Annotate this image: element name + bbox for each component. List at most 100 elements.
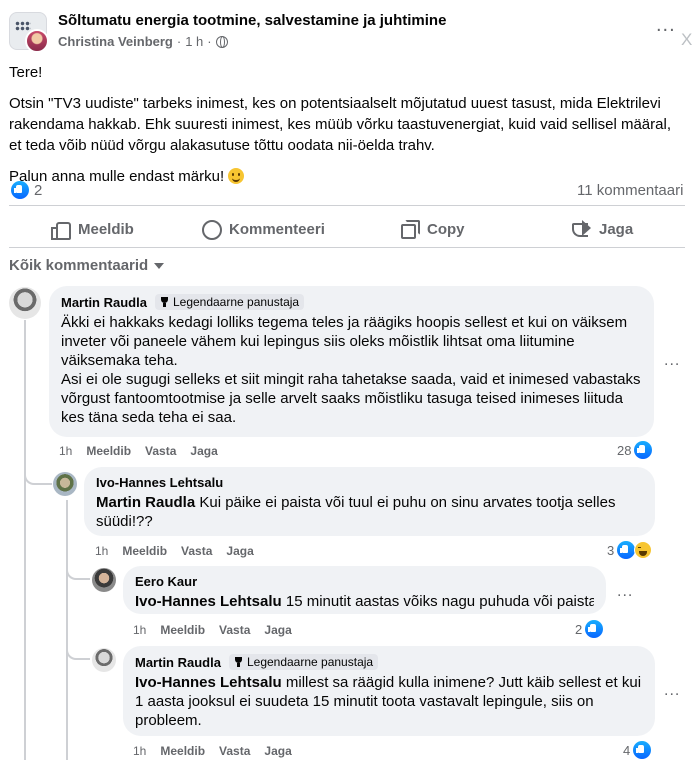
comment-body: 15 minutit aastas võiks nagu puhuda või …	[281, 593, 594, 610]
post-body: Tere! Otsin "TV3 uudiste" tarbeks inimes…	[9, 62, 685, 197]
comment-filter-dropdown[interactable]: Kõik kommentaarid	[9, 257, 165, 274]
post-paragraph: Otsin "TV3 uudiste" tarbeks inimest, kes…	[9, 95, 671, 154]
mention-link[interactable]: Ivo-Hannes Lehtsalu	[135, 593, 282, 610]
contributor-badge: Legendaarne panustaja	[154, 294, 305, 310]
comment-like-link[interactable]: Meeldib	[160, 623, 205, 637]
comment-actions: 1h Meeldib Vasta Jaga	[133, 744, 292, 758]
comment-share-link[interactable]: Jaga	[264, 744, 291, 758]
comment-author-row: Eero Kaur	[135, 574, 594, 589]
comment-reply-link[interactable]: Vasta	[219, 744, 250, 758]
comment-count[interactable]: 11 kommentaari	[577, 182, 683, 199]
divider	[9, 205, 685, 206]
comment-reactions[interactable]: 2	[575, 620, 604, 638]
like-reaction-icon	[11, 181, 29, 199]
comment-author[interactable]: Ivo-Hannes Lehtsalu	[96, 475, 223, 490]
copy-button[interactable]: Copy	[399, 215, 465, 243]
comment-more-icon[interactable]: ...	[617, 583, 633, 601]
thread-connector	[66, 640, 90, 660]
share-button[interactable]: Jaga	[571, 215, 633, 243]
trophy-icon	[234, 657, 243, 667]
comment-reactions[interactable]: 3	[607, 541, 653, 559]
comment-button[interactable]: Kommenteeri	[201, 215, 325, 243]
copy-icon	[399, 219, 420, 239]
like-reaction-icon	[634, 441, 653, 459]
haha-reaction-icon	[634, 541, 653, 559]
reaction-count: 2	[34, 181, 43, 199]
share-button-label: Jaga	[599, 220, 634, 238]
comment-reaction-count: 4	[623, 742, 631, 758]
comment-like-link[interactable]: Meeldib	[86, 444, 131, 458]
comment-bubble: Eero Kaur Ivo-Hannes Lehtsalu 15 minutit…	[123, 566, 606, 614]
comment-reply-link[interactable]: Vasta	[181, 544, 212, 558]
group-name[interactable]: Sõltumatu energia tootmine, salvestamine…	[58, 12, 446, 29]
comment-time[interactable]: 1h	[95, 544, 108, 558]
meta-separator: ·	[176, 34, 182, 49]
comment-icon	[201, 219, 222, 240]
post-time[interactable]: 1 h	[185, 34, 203, 49]
filter-label: Kõik kommentaarid	[9, 257, 149, 274]
post-meta: Christina Veinberg · 1 h ·	[58, 34, 228, 49]
post-author[interactable]: Christina Veinberg	[58, 34, 173, 49]
close-icon[interactable]: X	[681, 30, 692, 50]
comment-like-link[interactable]: Meeldib	[122, 544, 167, 558]
comment-actions: 1h Meeldib Vasta Jaga	[59, 444, 218, 458]
comment-text: Martin Raudla Kui päike ei paista või tu…	[96, 493, 643, 531]
comment-share-link[interactable]: Jaga	[264, 623, 291, 637]
comment-bubble: Ivo-Hannes Lehtsalu Martin Raudla Kui pä…	[84, 467, 655, 536]
comment-time[interactable]: 1h	[59, 444, 72, 458]
author-avatar[interactable]	[25, 29, 49, 53]
comment-reaction-count: 2	[575, 621, 583, 637]
like-button[interactable]: Meeldib	[50, 215, 134, 243]
comment-line: Äkki ei hakkaks kedagi lolliks tegema te…	[61, 314, 628, 369]
commenter-avatar[interactable]	[92, 568, 116, 592]
thread-line	[24, 320, 26, 760]
mention-link[interactable]: Ivo-Hannes Lehtsalu	[135, 674, 282, 691]
commenter-avatar[interactable]	[9, 287, 41, 319]
comment-bubble: Martin Raudla Legendaarne panustaja Äkki…	[49, 286, 654, 437]
comment-more-icon[interactable]: ...	[664, 352, 680, 370]
comment-button-label: Kommenteeri	[229, 220, 325, 238]
comment-author-row: Martin Raudla Legendaarne panustaja	[61, 294, 642, 310]
thread-line	[66, 500, 68, 760]
globe-icon	[215, 35, 228, 48]
thread-connector	[24, 455, 52, 485]
like-reaction-icon	[617, 541, 636, 559]
comment-time[interactable]: 1h	[133, 623, 146, 637]
comment-author[interactable]: Martin Raudla	[61, 295, 147, 310]
comment-time[interactable]: 1h	[133, 744, 146, 758]
comment-bubble: Martin Raudla Legendaarne panustaja Ivo-…	[123, 646, 655, 736]
like-button-label: Meeldib	[78, 220, 134, 238]
post-paragraph: Tere!	[9, 64, 43, 81]
meta-separator: ·	[207, 34, 212, 49]
comment-more-icon[interactable]: ...	[664, 682, 680, 700]
comment-reaction-count: 28	[617, 442, 632, 458]
comment-reply-link[interactable]: Vasta	[145, 444, 176, 458]
trophy-icon	[160, 297, 169, 307]
comment-author-row: Ivo-Hannes Lehtsalu	[96, 475, 643, 490]
comment-reactions[interactable]: 4	[623, 741, 652, 759]
comment-share-link[interactable]: Jaga	[226, 544, 253, 558]
comment-author[interactable]: Eero Kaur	[135, 574, 197, 589]
comment-reactions[interactable]: 28	[617, 441, 653, 459]
comment-reaction-count: 3	[607, 542, 615, 558]
comment-share-link[interactable]: Jaga	[190, 444, 217, 458]
badge-label: Legendaarne panustaja	[246, 655, 374, 669]
smile-emoji-icon	[228, 168, 245, 184]
commenter-avatar[interactable]	[92, 648, 116, 672]
mention-link[interactable]: Martin Raudla	[96, 494, 195, 511]
comment-actions: 1h Meeldib Vasta Jaga	[133, 623, 292, 637]
comment-like-link[interactable]: Meeldib	[160, 744, 205, 758]
comment-text: Ivo-Hannes Lehtsalu millest sa räägid ku…	[135, 673, 643, 730]
commenter-avatar[interactable]	[53, 472, 77, 496]
contributor-badge: Legendaarne panustaja	[228, 654, 379, 670]
more-options-icon[interactable]: ...	[656, 15, 676, 35]
comment-author[interactable]: Martin Raudla	[135, 655, 221, 670]
comment-reply-link[interactable]: Vasta	[219, 623, 250, 637]
like-icon	[50, 219, 71, 240]
caret-down-icon	[154, 262, 165, 269]
comment-actions: 1h Meeldib Vasta Jaga	[95, 544, 254, 558]
badge-label: Legendaarne panustaja	[172, 295, 300, 309]
comment-text: Ivo-Hannes Lehtsalu 15 minutit aastas võ…	[135, 592, 594, 611]
copy-button-label: Copy	[427, 220, 465, 238]
post-reactions[interactable]: 2	[11, 181, 42, 199]
